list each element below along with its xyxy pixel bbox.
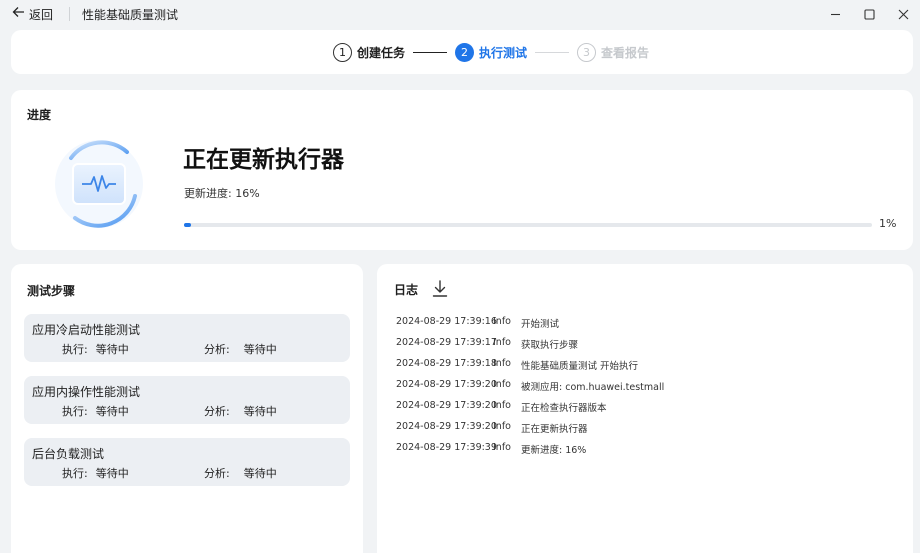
log-level: Info <box>493 358 511 369</box>
step-create-task[interactable]: 1 创建任务 <box>333 42 406 62</box>
log-message: 正在检查执行器版本 <box>521 403 607 414</box>
log-time: 2024-08-29 17:39:39 <box>396 442 497 453</box>
test-steps-title: 测试步骤 <box>27 284 76 298</box>
title-divider <box>69 7 71 21</box>
step-execute-test[interactable]: 2 执行测试 <box>455 42 528 62</box>
progress-title: 进度 <box>27 108 52 122</box>
step-connector <box>535 51 570 53</box>
log-message: 获取执行步骤 <box>521 340 579 351</box>
log-header: 日志 <box>394 280 448 298</box>
log-time: 2024-08-29 17:39:16 <box>396 316 497 327</box>
progress-bar <box>184 223 872 227</box>
close-icon <box>898 9 908 19</box>
progress-bar-fill <box>184 223 191 227</box>
test-steps-card: 测试步骤 应用冷启动性能测试 执行: 等待中 分析: 等待中 应用内操作性能测试 执… <box>11 264 363 553</box>
log-level: Info <box>493 400 511 411</box>
back-button[interactable]: 返回 <box>12 6 53 23</box>
exec-value: 等待中 <box>95 467 129 480</box>
analysis-value: 等待中 <box>243 467 277 480</box>
main-status-heading: 正在更新执行器 <box>183 147 344 173</box>
log-message: 被测应用: com.huawei.testmall <box>521 382 665 393</box>
log-entry: 2024-08-29 17:39:39 Info 更新进度: 16% <box>396 442 664 463</box>
log-entry: 2024-08-29 17:39:20 Info 正在更新执行器 <box>396 421 664 442</box>
step-label: 查看报告 <box>601 45 650 60</box>
progress-card: 进度 正在更新执行器 更新进度: 16% 1% <box>11 90 913 250</box>
log-title: 日志 <box>394 282 419 297</box>
log-entry: 2024-08-29 17:39:20 Info 正在检查执行器版本 <box>396 400 664 421</box>
step-item-name: 应用冷启动性能测试 <box>32 323 141 337</box>
progress-percent: 1% <box>879 217 897 230</box>
log-level: Info <box>493 337 511 348</box>
log-entry: 2024-08-29 17:39:18 Info 性能基础质量测试 开始执行 <box>396 358 664 379</box>
exec-label: 执行: <box>62 343 88 356</box>
window-controls <box>818 0 920 28</box>
close-button[interactable] <box>886 0 920 28</box>
log-card: 日志 2024-08-29 17:39:16 Info 开始测试 2024-08-29… <box>377 264 913 553</box>
log-level: Info <box>493 442 511 453</box>
log-entry: 2024-08-29 17:39:20 Info 被测应用: com.huawei.… <box>396 379 664 400</box>
log-level: Info <box>493 316 511 327</box>
exec-label: 执行: <box>62 467 88 480</box>
step-connector <box>413 51 448 53</box>
log-time: 2024-08-29 17:39:20 <box>396 421 497 432</box>
log-list: 2024-08-29 17:39:16 Info 开始测试 2024-08-29 17… <box>396 316 664 463</box>
log-message: 更新进度: 16% <box>521 445 587 456</box>
log-message: 正在更新执行器 <box>521 424 588 435</box>
update-progress-text: 更新进度: 16% <box>184 185 260 201</box>
arrow-left-icon <box>12 6 25 22</box>
analysis-value: 等待中 <box>243 343 277 356</box>
step-item-analysis: 分析: 等待中 <box>204 403 277 419</box>
step-label: 创建任务 <box>357 45 406 60</box>
step-item-in-app-operation[interactable]: 应用内操作性能测试 执行: 等待中 分析: 等待中 <box>24 376 350 424</box>
maximize-button[interactable] <box>852 0 886 28</box>
log-message: 性能基础质量测试 开始执行 <box>521 361 639 372</box>
back-label: 返回 <box>29 7 54 22</box>
log-entry: 2024-08-29 17:39:16 Info 开始测试 <box>396 316 664 337</box>
step-label: 执行测试 <box>479 45 528 60</box>
step-item-exec: 执行: 等待中 <box>62 465 129 481</box>
step-item-name: 应用内操作性能测试 <box>32 385 141 399</box>
update-progress-value: 16% <box>235 187 260 200</box>
step-item-analysis: 分析: 等待中 <box>204 465 277 481</box>
step-view-report[interactable]: 3 查看报告 <box>577 42 650 62</box>
step-number: 3 <box>577 42 597 62</box>
stepper: 1 创建任务 2 执行测试 3 查看报告 <box>333 42 649 62</box>
window-title: 性能基础质量测试 <box>82 7 179 22</box>
log-level: Info <box>493 421 511 432</box>
analysis-value: 等待中 <box>243 405 277 418</box>
log-message: 开始测试 <box>521 319 560 330</box>
log-level: Info <box>493 379 511 390</box>
log-time: 2024-08-29 17:39:20 <box>396 400 497 411</box>
stepper-card: 1 创建任务 2 执行测试 3 查看报告 <box>11 30 913 74</box>
minimize-button[interactable] <box>818 0 852 28</box>
title-bar: 返回 性能基础质量测试 <box>0 0 920 28</box>
update-progress-label: 更新进度: <box>184 187 232 200</box>
step-number: 1 <box>333 42 352 62</box>
download-icon[interactable] <box>432 280 448 298</box>
step-number: 2 <box>455 42 475 62</box>
executor-update-icon <box>55 140 143 228</box>
log-entry: 2024-08-29 17:39:17 Info 获取执行步骤 <box>396 337 664 358</box>
log-time: 2024-08-29 17:39:17 <box>396 337 497 348</box>
step-item-exec: 执行: 等待中 <box>62 341 129 357</box>
minimize-icon <box>830 13 840 15</box>
exec-label: 执行: <box>62 405 88 418</box>
maximize-icon <box>863 8 875 20</box>
exec-value: 等待中 <box>95 343 129 356</box>
analysis-label: 分析: <box>204 343 230 356</box>
log-time: 2024-08-29 17:39:18 <box>396 358 497 369</box>
log-time: 2024-08-29 17:39:20 <box>396 379 497 390</box>
exec-value: 等待中 <box>95 405 129 418</box>
analysis-label: 分析: <box>204 467 230 480</box>
step-item-analysis: 分析: 等待中 <box>204 341 277 357</box>
step-item-name: 后台负载测试 <box>32 447 105 461</box>
step-item-exec: 执行: 等待中 <box>62 403 129 419</box>
analysis-label: 分析: <box>204 405 230 418</box>
step-item-cold-start[interactable]: 应用冷启动性能测试 执行: 等待中 分析: 等待中 <box>24 314 350 362</box>
step-item-background-load[interactable]: 后台负载测试 执行: 等待中 分析: 等待中 <box>24 438 350 486</box>
